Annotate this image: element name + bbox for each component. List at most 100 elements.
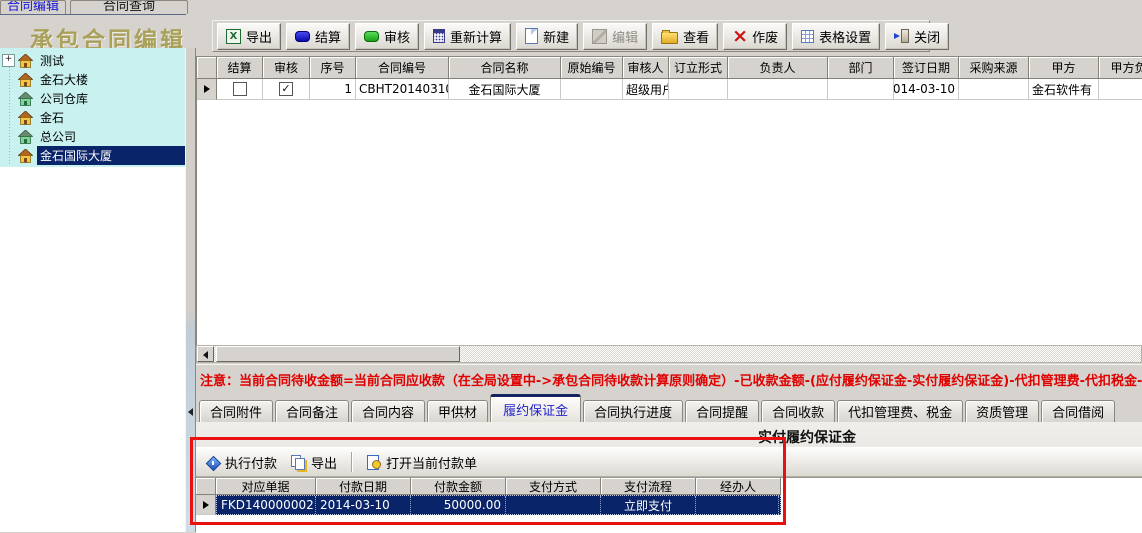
tree-item-company-warehouse[interactable]: 公司仓库 [0,89,185,108]
execute-payment-icon [205,455,220,470]
house-icon [18,54,33,68]
tree-item-test[interactable]: + 测试 [0,51,185,70]
export-pages-icon [291,455,306,469]
column-header[interactable]: 序号 [310,57,356,79]
panel-splitter[interactable] [185,48,196,532]
open-current-payment-button[interactable]: 打开当前付款单 [367,453,477,472]
column-header[interactable]: 支付方式 [506,478,601,495]
house-icon [18,149,33,163]
tab-contract-content[interactable]: 合同内容 [351,400,425,422]
tab-contract-progress[interactable]: 合同执行进度 [583,400,683,422]
expand-plus-icon[interactable]: + [2,54,15,67]
column-header[interactable]: 甲方负 [1099,57,1142,79]
column-header[interactable]: 付款金额 [411,478,506,495]
scroll-left-arrow-icon [203,351,208,359]
column-header[interactable]: 负责人 [728,57,828,79]
scrollbar-thumb[interactable] [216,346,460,362]
seq-cell: 1 [310,79,356,100]
selector-header-cell [196,478,216,495]
column-header[interactable]: 合同编号 [356,57,449,79]
column-header[interactable]: 合同名称 [449,57,561,79]
new-document-icon [525,28,538,44]
void-button[interactable]: ×作废 [723,23,787,50]
column-header[interactable]: 结算 [217,57,263,79]
column-header[interactable]: 审核人 [623,57,669,79]
tab-contract-edit[interactable]: 合同编辑 [0,0,66,14]
collapse-arrow-icon[interactable] [188,408,193,416]
tab-qualification-management[interactable]: 资质管理 [965,400,1039,422]
pay-date-cell: 2014-03-10 [316,496,411,514]
column-header[interactable]: 订立形式 [669,57,728,79]
close-door-icon [894,29,909,43]
view-button[interactable]: 查看 [652,23,718,50]
column-header[interactable]: 采购来源 [959,57,1029,79]
tab-party-a-materials[interactable]: 甲供材 [427,400,488,422]
column-header[interactable]: 甲方 [1029,57,1099,79]
column-header[interactable]: 支付流程 [601,478,696,495]
close-button[interactable]: 关闭 [885,23,949,50]
contract-row[interactable]: 1 CBHT2014031001 金石国际大厦 超级用户 2014-03-10 … [197,79,1142,100]
tree-item-label: 金石国际大厦 [37,146,185,165]
tab-performance-bond[interactable]: 履约保证金 [490,394,581,422]
manager-cell [728,79,828,100]
tab-withheld-fees-taxes[interactable]: 代扣管理费、税金 [837,400,963,422]
payments-header-row: 对应单据 付款日期 付款金额 支付方式 支付流程 经办人 [196,478,1142,495]
tab-contract-query[interactable]: 合同查询 [70,0,188,14]
row-selector-cell [197,79,217,100]
tree-item-label: 公司仓库 [37,89,91,108]
column-header[interactable]: 对应单据 [216,478,316,495]
edit-icon [592,29,607,44]
module-tab-strip: 合同编辑 合同查询 [0,0,186,15]
column-header[interactable]: 审核 [263,57,310,79]
tree-item-jinshi-building[interactable]: 金石大楼 [0,70,185,89]
payment-toolbar: 执行付款 导出 打开当前付款单 [196,447,1142,477]
table-settings-button[interactable]: 表格设置 [792,23,880,50]
tab-contract-notes[interactable]: 合同备注 [275,400,349,422]
payments-grid: 对应单据 付款日期 付款金额 支付方式 支付流程 经办人 FKD14000000… [196,477,1142,533]
column-header[interactable]: 签订日期 [894,57,959,79]
toolbar-separator [351,452,353,472]
main-toolbar: 导出 结算 审核 重新计算 新建 编辑 查看 ×作废 表格设置 关闭 [212,20,930,52]
audit-checkbox[interactable] [279,82,293,96]
tab-contract-reminder[interactable]: 合同提醒 [685,400,759,422]
contract-no-cell: CBHT2014031001 [356,79,449,100]
tree-item-label: 测试 [37,51,67,70]
table-settings-icon [801,30,814,43]
pay-method-cell [506,496,601,514]
scroll-left-button[interactable] [197,346,214,362]
tree-item-head-office[interactable]: 总公司 [0,127,185,146]
recalculate-button[interactable]: 重新计算 [424,23,511,50]
execute-payment-button[interactable]: 执行付款 [205,453,277,472]
export-button[interactable]: 导出 [217,23,281,50]
horizontal-scrollbar[interactable] [196,345,1142,363]
audit-icon [364,31,379,42]
payment-row-selected: FKD140000002 2014-03-10 50000.00 立即支付 [216,495,781,515]
tab-contract-borrowing[interactable]: 合同借阅 [1041,400,1115,422]
department-cell [828,79,894,100]
calculator-icon [433,29,445,43]
new-button[interactable]: 新建 [516,23,578,50]
payment-export-button[interactable]: 导出 [291,453,337,472]
party-a-cell: 金石软件有 [1029,79,1099,100]
auditor-cell: 超级用户 [623,79,669,100]
column-header[interactable]: 付款日期 [316,478,411,495]
original-no-cell [561,79,623,100]
settle-button[interactable]: 结算 [286,23,350,50]
tab-contract-receipts[interactable]: 合同收款 [761,400,835,422]
doc-no-cell: FKD140000002 [217,496,316,514]
row-selector-arrow [204,85,210,93]
row-selector-cell [196,495,216,515]
column-header[interactable]: 部门 [828,57,894,79]
notice-text: 注意：当前合同待收金额=当前合同应收款（在全局设置中->承包合同待收款计算原则确… [196,364,1142,394]
tab-contract-attachments[interactable]: 合同附件 [199,400,273,422]
column-header[interactable]: 原始编号 [561,57,623,79]
tree-item-label: 金石大楼 [37,70,91,89]
settle-checkbox[interactable] [233,82,247,96]
column-header[interactable]: 经办人 [696,478,781,495]
audit-button[interactable]: 审核 [355,23,419,50]
payment-row[interactable]: FKD140000002 2014-03-10 50000.00 立即支付 [196,495,1142,515]
edit-button: 编辑 [583,23,647,50]
detail-tab-strip: 合同附件 合同备注 合同内容 甲供材 履约保证金 合同执行进度 合同提醒 合同收… [196,394,1142,422]
tree-item-jinshi-international[interactable]: 金石国际大厦 [0,146,185,165]
tree-item-jinshi[interactable]: 金石 [0,108,185,127]
